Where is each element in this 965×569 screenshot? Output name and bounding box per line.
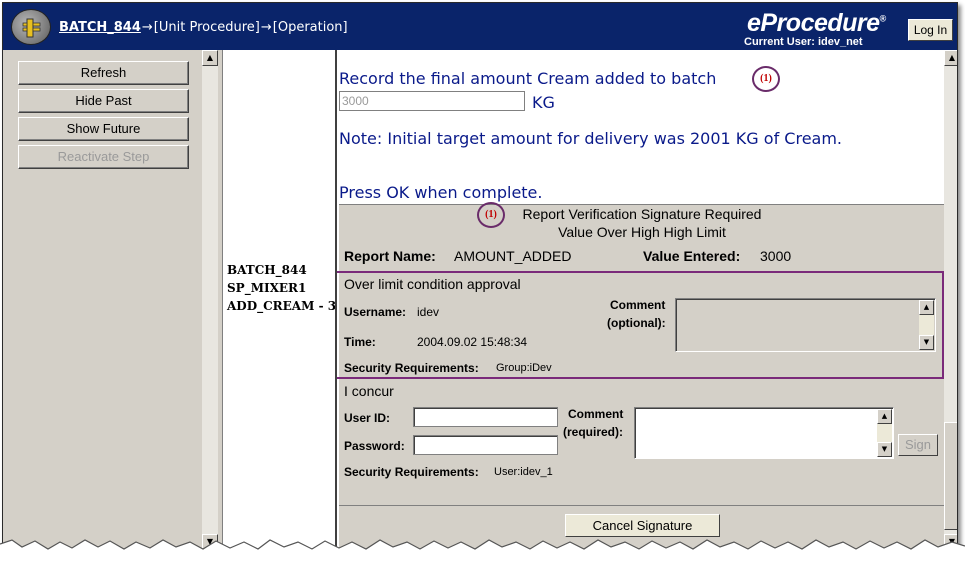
refresh-button[interactable]: Refresh xyxy=(18,61,189,85)
report-name-label: Report Name: xyxy=(344,248,436,264)
breadcrumb-operation: [Operation] xyxy=(272,20,348,35)
approval-section: Over limit condition approval Username: … xyxy=(337,271,944,379)
context-unit: SP_MIXER1 xyxy=(227,281,307,295)
approval-heading: Over limit condition approval xyxy=(344,276,521,292)
approval-username: idev xyxy=(417,305,440,319)
report-name-value: AMOUNT_ADDED xyxy=(454,248,572,264)
torn-edge-decoration xyxy=(0,539,965,569)
concur-comment-scrollbar[interactable]: ▲ ▼ xyxy=(877,409,892,457)
approval-comment-field[interactable]: ▲ ▼ xyxy=(675,298,936,352)
divider xyxy=(339,505,945,506)
password-label: Password: xyxy=(344,439,405,453)
target-note: Note: Initial target amount for delivery… xyxy=(339,129,843,148)
approval-comment-optional: (optional): xyxy=(607,316,666,330)
reactivate-step-button[interactable]: Reactivate Step xyxy=(18,145,189,169)
scroll-down-icon[interactable]: ▼ xyxy=(919,335,934,350)
arrow-right-icon: → xyxy=(260,20,272,35)
current-user-label: Current User: idev_net xyxy=(744,36,863,48)
brand-name: eProcedure xyxy=(747,9,880,37)
verification-subtitle: Value Over High High Limit xyxy=(558,224,726,240)
breadcrumb-batch-link[interactable]: BATCH_844 xyxy=(59,20,141,35)
password-input[interactable] xyxy=(413,435,558,455)
scroll-up-icon[interactable]: ▲ xyxy=(919,300,934,315)
concur-security-value: User:idev_1 xyxy=(494,466,553,478)
approval-username-label: Username: xyxy=(344,305,407,319)
breadcrumb-unit-procedure: [Unit Procedure] xyxy=(153,20,260,35)
concur-security-label: Security Requirements: xyxy=(344,465,479,479)
left-scrollbar[interactable]: ▲ ▼ xyxy=(202,50,218,549)
concur-heading: I concur xyxy=(344,383,394,399)
userid-label: User ID: xyxy=(344,411,391,425)
amount-unit: KG xyxy=(532,93,555,112)
sign-button[interactable]: Sign xyxy=(898,434,938,456)
record-instruction: Record the final amount Cream added to b… xyxy=(339,69,717,88)
verification-title: Report Verification Signature Required xyxy=(522,206,762,222)
scroll-up-icon[interactable]: ▲ xyxy=(202,50,218,66)
concur-comment-required: (required): xyxy=(563,425,623,439)
verification-panel: (1) Report Verification Signature Requir… xyxy=(337,202,945,549)
value-entered-value: 3000 xyxy=(760,248,792,264)
hide-past-button[interactable]: Hide Past xyxy=(18,89,189,113)
approval-time-label: Time: xyxy=(344,335,376,349)
context-operation: ADD_CREAM - 3 xyxy=(227,299,337,313)
context-batch: BATCH_844 xyxy=(227,263,307,277)
main-pane: Record the final amount Cream added to b… xyxy=(335,50,945,549)
registered-mark: ® xyxy=(879,13,887,24)
left-panel: Refresh Hide Past Show Future Reactivate… xyxy=(3,50,201,549)
approval-time: 2004.09.02 15:48:34 xyxy=(417,335,528,349)
show-future-button[interactable]: Show Future xyxy=(18,117,189,141)
approval-security-label: Security Requirements: xyxy=(344,361,479,375)
userid-input[interactable] xyxy=(413,407,558,427)
app-window: BATCH_844→[Unit Procedure]→[Operation] e… xyxy=(2,2,958,550)
breadcrumb: BATCH_844→[Unit Procedure]→[Operation] xyxy=(59,20,348,35)
main-scrollbar[interactable]: ▲ ▼ xyxy=(944,50,957,549)
arrow-right-icon: → xyxy=(141,20,153,35)
approval-comment-scrollbar[interactable]: ▲ ▼ xyxy=(919,300,934,350)
scroll-up-icon[interactable]: ▲ xyxy=(944,50,957,66)
logo-icon xyxy=(11,9,51,45)
concur-comment-field[interactable]: ▲ ▼ xyxy=(634,407,894,459)
amount-input[interactable]: 3000 xyxy=(339,91,525,111)
approval-comment-label: Comment xyxy=(610,298,666,312)
scrollbar-thumb[interactable] xyxy=(944,422,957,530)
press-ok-text: Press OK when complete. xyxy=(339,183,543,202)
scroll-up-icon[interactable]: ▲ xyxy=(877,409,892,424)
header-bar: BATCH_844→[Unit Procedure]→[Operation] e… xyxy=(3,3,957,50)
approval-security-value: Group:iDev xyxy=(496,362,552,374)
login-button[interactable]: Log In xyxy=(908,19,953,41)
scroll-down-icon[interactable]: ▼ xyxy=(877,442,892,457)
instruction-marker: (1) xyxy=(752,66,780,92)
context-column: BATCH_844 SP_MIXER1 ADD_CREAM - 3 xyxy=(222,50,337,549)
brand-logo: eProcedure® xyxy=(747,9,886,38)
concur-comment-label: Comment xyxy=(568,407,624,421)
value-entered-label: Value Entered: xyxy=(643,248,741,264)
